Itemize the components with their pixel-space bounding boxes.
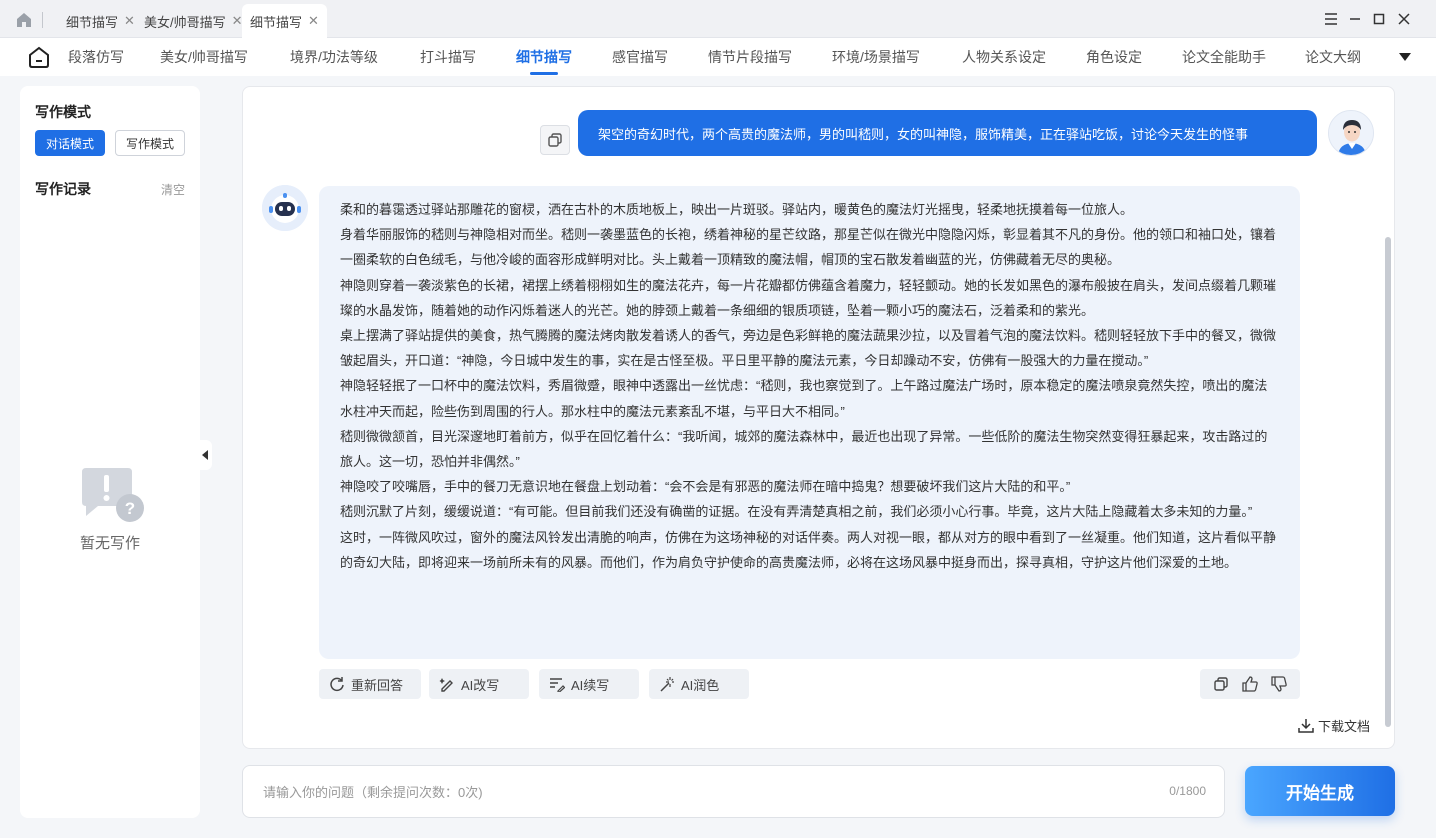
nav-item-thesis[interactable]: 论文全能助手	[1182, 47, 1266, 67]
bot-paragraph: 柔和的暮霭透过驿站那雕花的窗棂，洒在古朴的木质地板上，映出一片斑驳。驿站内，暖黄…	[340, 202, 1134, 217]
window-tab-label: 细节描写	[250, 14, 303, 30]
chat-panel: 架空的奇幻时代，两个高贵的魔法师，男的叫嵇则，女的叫神隐，服饰精美，正在驿站吃饭…	[242, 86, 1395, 749]
nav-item-fight[interactable]: 打斗描写	[420, 47, 476, 67]
menu-icon[interactable]	[1319, 8, 1343, 30]
nav-item-senses[interactable]: 感官描写	[612, 47, 668, 67]
window-tab-detail-active[interactable]: 细节描写 ✕	[242, 4, 327, 38]
mode-title: 写作模式	[35, 104, 91, 120]
bot-message: 柔和的暮霭透过驿站那雕花的窗棂，洒在古朴的木质地板上，映出一片斑驳。驿站内，暖黄…	[319, 186, 1300, 659]
regenerate-button[interactable]: 重新回答	[319, 669, 421, 699]
regenerate-label: 重新回答	[351, 677, 404, 693]
svg-text:?: ?	[125, 499, 135, 518]
download-icon	[1298, 718, 1314, 733]
title-bar: 细节描写 ✕ 美女/帅哥描写 ✕ 细节描写 ✕	[0, 0, 1436, 38]
pen-sparkle-icon	[439, 678, 453, 692]
collapse-sidebar-icon[interactable]	[198, 440, 212, 470]
scrollbar[interactable]	[1385, 237, 1391, 727]
bot-paragraph: 嵇则沉默了片刻，缓缓说道：“有可能。但目前我们还没有确凿的证据。在没有弄清楚真相…	[340, 504, 1253, 520]
bot-paragraph: 神隐则穿着一袭淡紫色的长裙，裙摆上绣着栩栩如生的魔法花卉，每一片花瓣都仿佛蕴含着…	[340, 277, 1277, 318]
copy-icon[interactable]	[1210, 673, 1232, 695]
bot-paragraph: 桌上摆满了驿站提供的美食，热气腾腾的魔法烤肉散发着诱人的香气，旁边是色彩鲜艳的魔…	[340, 328, 1277, 369]
nav-item-beauty[interactable]: 美女/帅哥描写	[160, 47, 248, 67]
download-button[interactable]: 下载文档	[1298, 716, 1370, 735]
bot-paragraph: 这时，一阵微风吹过，窗外的魔法风铃发出清脆的响声，仿佛在为这场神秘的对话伴奏。两…	[340, 529, 1277, 570]
ai-polish-button[interactable]: AI润色	[649, 669, 749, 699]
divider	[42, 12, 43, 28]
question-input[interactable]	[263, 781, 1123, 803]
dialog-mode-button[interactable]: 对话模式	[35, 130, 105, 156]
user-message: 架空的奇幻时代，两个高贵的魔法师，男的叫嵇则，女的叫神隐，服饰精美，正在驿站吃饭…	[578, 110, 1317, 156]
robot-avatar-icon	[262, 185, 308, 231]
ai-continue-button[interactable]: AI续写	[539, 669, 639, 699]
char-count: 0/1800	[1169, 784, 1206, 798]
close-icon[interactable]: ✕	[232, 13, 243, 29]
window-tab-beauty[interactable]: 美女/帅哥描写 ✕	[136, 4, 251, 38]
thumbs-up-icon[interactable]	[1239, 673, 1261, 695]
scrollbar-thumb[interactable]	[1385, 237, 1391, 727]
nav-item-relations[interactable]: 人物关系设定	[962, 47, 1046, 67]
bot-paragraph: 身着华丽服饰的嵇则与神隐相对而坐。嵇则一袭墨蓝色的长袍，绣着神秘的星芒纹路，那星…	[340, 227, 1277, 268]
window-tab-label: 细节描写	[66, 14, 119, 30]
refresh-icon	[330, 677, 344, 692]
magic-wand-icon	[660, 677, 674, 692]
copy-icon[interactable]	[540, 125, 570, 155]
home-icon[interactable]	[14, 10, 34, 30]
thumbs-down-icon[interactable]	[1268, 673, 1290, 695]
nav-item-plot[interactable]: 情节片段描写	[708, 47, 792, 67]
nav-items: 段落仿写 美女/帅哥描写 境界/功法等级 打斗描写 细节描写 感官描写 情节片段…	[60, 38, 1380, 76]
maximize-icon[interactable]	[1367, 8, 1391, 30]
feedback-group	[1200, 669, 1300, 699]
active-underline	[530, 72, 558, 75]
close-icon[interactable]: ✕	[124, 13, 135, 29]
download-label: 下载文档	[1318, 719, 1371, 734]
close-icon[interactable]: ✕	[308, 13, 319, 29]
ai-rewrite-button[interactable]: AI改写	[429, 669, 529, 699]
empty-text: 暂无写作	[79, 535, 140, 552]
category-nav: 段落仿写 美女/帅哥描写 境界/功法等级 打斗描写 细节描写 感官描写 情节片段…	[0, 38, 1436, 76]
nav-item-environment[interactable]: 环境/场景描写	[832, 47, 920, 67]
nav-item-realm[interactable]: 境界/功法等级	[290, 47, 378, 67]
house-icon[interactable]	[26, 44, 52, 70]
record-title: 写作记录	[35, 181, 91, 197]
ai-polish-label: AI润色	[681, 677, 720, 693]
ai-continue-label: AI续写	[571, 677, 610, 693]
close-window-icon[interactable]	[1392, 8, 1416, 30]
window-tab-detail[interactable]: 细节描写 ✕	[58, 4, 143, 38]
text-edit-icon	[550, 678, 565, 692]
nav-item-paragraph[interactable]: 段落仿写	[68, 47, 124, 67]
minimize-icon[interactable]	[1343, 8, 1367, 30]
window-tab-label: 美女/帅哥描写	[144, 14, 226, 30]
user-avatar	[1328, 110, 1374, 156]
nav-item-character[interactable]: 角色设定	[1086, 47, 1142, 67]
bot-paragraph: 神隐咬了咬嘴唇，手中的餐刀无意识地在餐盘上划动着：“会不会是有邪恶的魔法师在暗中…	[340, 479, 1071, 495]
nav-item-outline[interactable]: 论文大纲	[1305, 47, 1361, 67]
empty-message-icon: ?	[78, 464, 148, 524]
clear-button[interactable]: 清空	[161, 181, 185, 198]
question-input-box: 0/1800	[242, 765, 1225, 818]
bot-paragraph: 嵇则微微颔首，目光深邃地盯着前方，似乎在回忆着什么：“我听闻，城郊的魔法森林中，…	[340, 428, 1268, 470]
left-sidebar: 写作模式 对话模式 写作模式 写作记录 清空 ? 暂无写作	[20, 86, 200, 818]
ai-rewrite-label: AI改写	[461, 677, 500, 693]
nav-item-detail[interactable]: 细节描写	[516, 47, 572, 67]
writing-mode-button[interactable]: 写作模式	[115, 130, 185, 156]
caret-down-icon[interactable]	[1393, 46, 1417, 68]
start-generate-button[interactable]: 开始生成	[1245, 766, 1395, 816]
bot-paragraph: 神隐轻轻抿了一口杯中的魔法饮料，秀眉微蹙，眼神中透露出一丝忧虑：“嵇则，我也察觉…	[340, 378, 1268, 419]
